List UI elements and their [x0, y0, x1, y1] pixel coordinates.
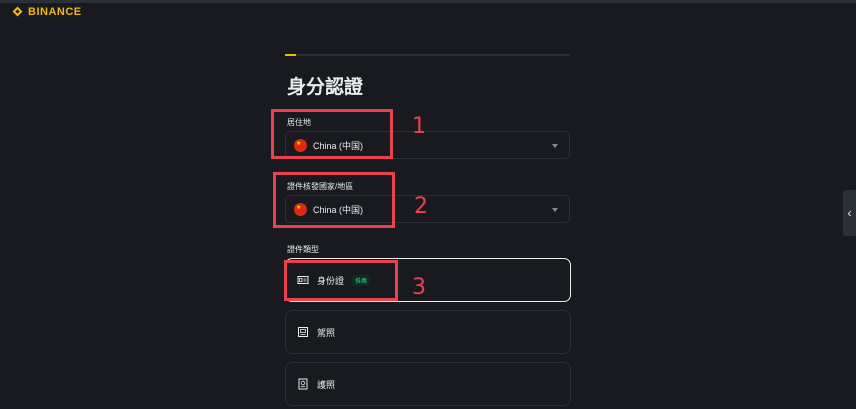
binance-logo-icon [12, 6, 24, 18]
document-option-label: 護照 [317, 379, 336, 390]
chevron-down-icon [552, 208, 558, 212]
page-title: 身分認證 [287, 77, 364, 98]
document-type-label: 證件類型 [287, 245, 319, 254]
chevron-left-icon: ‹ [847, 206, 852, 220]
progress-fill [285, 54, 297, 56]
chevron-down-icon [552, 144, 558, 148]
annotation-box-1 [271, 109, 393, 159]
annotation-number-1: 1 [412, 114, 426, 139]
annotation-box-2 [273, 172, 395, 228]
driver-license-icon [298, 327, 308, 337]
annotation-number-2: 2 [414, 194, 428, 219]
progress-track [285, 54, 570, 56]
annotation-box-3 [284, 260, 398, 301]
document-option-label: 駕照 [317, 327, 336, 338]
document-option-driver-license[interactable]: 駕照 [285, 310, 571, 354]
passport-icon [298, 378, 308, 390]
binance-logo[interactable]: BINANCE [12, 6, 82, 18]
annotation-number-3: 3 [412, 275, 426, 300]
top-border [0, 0, 856, 3]
document-option-passport[interactable]: 護照 [285, 362, 571, 406]
side-panel-toggle[interactable]: ‹ [843, 190, 856, 236]
brand-name: BINANCE [28, 6, 82, 18]
